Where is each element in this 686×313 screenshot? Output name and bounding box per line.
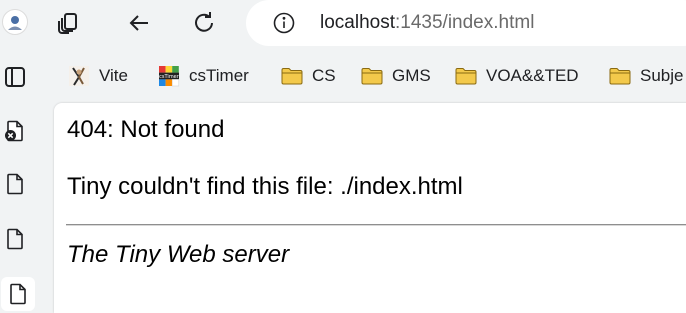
profile-icon[interactable] [2,9,28,35]
server-signature: The Tiny Web server [67,241,290,268]
url-path: :1435/index.html [395,12,535,33]
bookmark-label: Vite [99,66,128,85]
folder-icon [455,66,477,86]
bookmark-label: Subje [640,66,684,85]
browser-toolbar: localhost:1435/index.html [0,0,686,50]
active-tab-page-icon[interactable] [1,277,35,311]
bookmark-cstimer[interactable]: csTimer csTimer [158,62,249,90]
tab-actions-icon[interactable] [55,9,83,37]
url-text[interactable]: localhost:1435/index.html [320,12,534,34]
site-info-icon[interactable] [272,11,296,35]
vertical-tabs-icon[interactable] [0,62,30,92]
reload-icon[interactable] [190,9,218,37]
bookmark-folder-gms[interactable]: GMS [361,62,431,90]
page-icon[interactable] [0,169,30,199]
vite-icon [68,66,90,86]
bookmark-folder-cs[interactable]: CS [281,62,336,90]
bookmark-label: CS [312,66,336,85]
bookmark-label: GMS [392,66,431,85]
bookmarks-bar: Vite csTimer csTimer CS GMS VOA&&TED Sub… [56,58,686,94]
horizontal-rule [66,224,686,226]
bookmark-vite[interactable]: Vite [68,62,128,90]
page-error-icon[interactable] [0,116,30,146]
folder-icon [281,66,303,86]
bookmark-label: VOA&&TED [486,66,579,85]
page-content: 404: Not found Tiny couldn't find this f… [54,103,686,313]
address-bar[interactable]: localhost:1435/index.html [246,0,686,46]
folder-icon [361,66,383,86]
cstimer-icon: csTimer [158,66,180,87]
bookmark-folder-subjects[interactable]: Subje [609,62,683,90]
bookmark-label: csTimer [189,66,249,85]
folder-icon [609,66,631,86]
back-icon[interactable] [125,9,153,37]
svg-text:csTimer: csTimer [159,74,180,80]
page-icon[interactable] [0,224,30,254]
bookmark-folder-voa-ted[interactable]: VOA&&TED [455,62,579,90]
error-message: Tiny couldn't find this file: ./index.ht… [67,173,463,200]
error-heading: 404: Not found [67,116,225,143]
url-host: localhost [320,12,395,33]
vertical-tabs-sidebar [0,50,48,311]
